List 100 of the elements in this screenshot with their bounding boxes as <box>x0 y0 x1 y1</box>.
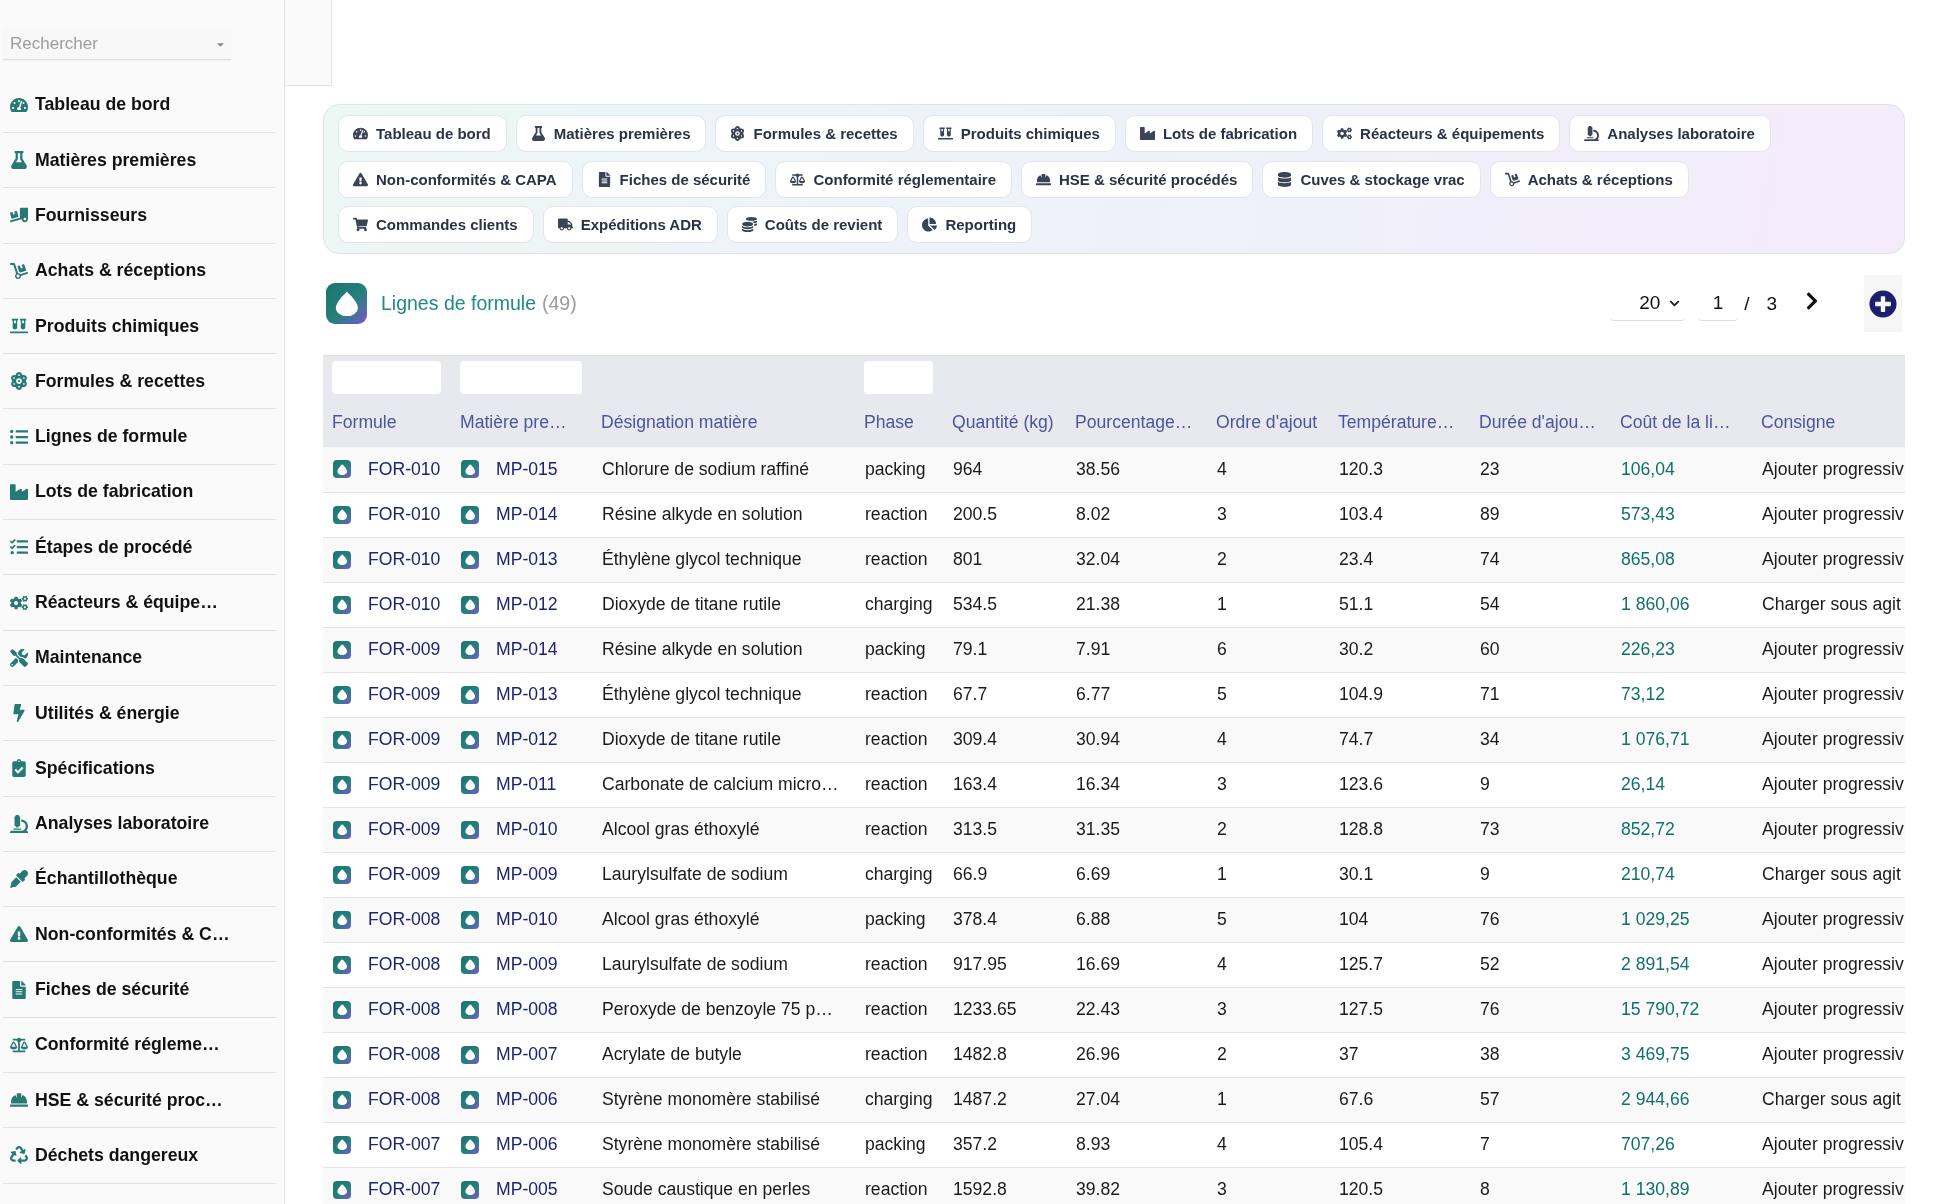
page-size-select[interactable]: 20 <box>1610 286 1686 321</box>
reference-link[interactable]: MP-012 <box>496 594 558 615</box>
table-cell: 378.4 <box>943 897 1066 942</box>
sidebar-item[interactable]: Analyses laboratoire <box>3 796 276 852</box>
table-cell: 1487.2 <box>943 1077 1066 1122</box>
reference-link[interactable]: FOR-007 <box>368 1134 441 1155</box>
quick-link-button[interactable]: Commandes clients <box>338 206 534 243</box>
reference-link[interactable]: MP-013 <box>496 684 558 705</box>
sidebar-item[interactable]: HSE & sécurité proc… <box>3 1073 276 1129</box>
sidebar-item[interactable]: Achats & réceptions <box>3 243 276 299</box>
search-field[interactable]: Rechercher <box>3 28 231 60</box>
table-cell: Ajouter progressiv <box>1752 672 1905 717</box>
table-cell: reaction <box>855 1032 943 1077</box>
reference-link[interactable]: FOR-010 <box>368 549 441 570</box>
quick-link-button[interactable]: Reporting <box>907 206 1033 243</box>
sidebar-item[interactable]: Lots de fabrication <box>3 464 276 521</box>
sidebar-item[interactable]: Fournisseurs <box>3 188 276 244</box>
quick-link-button[interactable]: Lots de fabrication <box>1124 115 1314 152</box>
reference-link[interactable]: FOR-008 <box>368 999 441 1020</box>
sidebar-item[interactable]: Déchets dangereux <box>3 1128 276 1184</box>
quick-link-button[interactable]: Tableau de bord <box>338 115 507 152</box>
table-cell: 22.43 <box>1066 987 1207 1032</box>
reference-link[interactable]: MP-009 <box>496 864 558 885</box>
reference-link[interactable]: MP-007 <box>496 1044 558 1065</box>
sidebar-item[interactable]: Lignes de formule <box>3 409 276 465</box>
quick-link-button[interactable]: Expéditions ADR <box>542 206 718 243</box>
sidebar-item[interactable]: Échantillothèque <box>3 851 276 908</box>
sidebar-item[interactable]: Étapes de procédé <box>3 520 276 576</box>
quick-link-button[interactable]: Coûts de revient <box>726 206 899 243</box>
quick-link-button[interactable]: Analyses laboratoire <box>1569 115 1771 152</box>
reference-link[interactable]: FOR-008 <box>368 909 441 930</box>
reference-link[interactable]: MP-006 <box>496 1089 558 1110</box>
table-cell: Ajouter progressiv <box>1752 807 1905 852</box>
table-cell: 106,04 <box>1611 447 1752 492</box>
reference-link[interactable]: MP-009 <box>496 954 558 975</box>
table-cell: 60 <box>1470 627 1611 672</box>
reference-link[interactable]: FOR-009 <box>368 684 441 705</box>
reference-link[interactable]: MP-005 <box>496 1179 558 1200</box>
sidebar-item[interactable]: Non-conformités & C… <box>3 907 276 963</box>
reference-link[interactable]: FOR-009 <box>368 864 441 885</box>
quick-link-button[interactable]: Conformité réglementaire <box>775 160 1012 198</box>
microscope-icon <box>10 814 28 833</box>
reference-link[interactable]: MP-013 <box>496 549 558 570</box>
table-cell: 57 <box>1470 1077 1611 1122</box>
sidebar-item[interactable]: Réacteurs & équipe… <box>3 575 276 631</box>
sidebar-item[interactable]: Spécifications <box>3 741 276 797</box>
reference-link[interactable]: FOR-009 <box>368 639 441 660</box>
sidebar-item[interactable]: Fiches de sécurité <box>3 962 276 1018</box>
droplet-icon <box>461 640 479 659</box>
reference-link[interactable]: FOR-009 <box>368 729 441 750</box>
sidebar-item[interactable]: Formules & recettes <box>3 354 276 410</box>
quick-link-button[interactable]: Fiches de sécurité <box>581 160 767 198</box>
quick-link-button[interactable]: Non-conformités & CAPA <box>338 160 573 198</box>
reference-link[interactable]: FOR-009 <box>368 774 441 795</box>
quick-link-button[interactable]: Matières premières <box>515 115 707 152</box>
reference-link[interactable]: MP-008 <box>496 999 558 1020</box>
quick-link-button[interactable]: HSE & sécurité procédés <box>1021 160 1254 198</box>
reference-link[interactable]: FOR-007 <box>368 1179 441 1200</box>
reference-link[interactable]: MP-006 <box>496 1134 558 1155</box>
reference-link[interactable]: FOR-010 <box>368 504 441 525</box>
reference-link[interactable]: FOR-008 <box>368 1089 441 1110</box>
reference-link[interactable]: FOR-008 <box>368 1044 441 1065</box>
reference-link[interactable]: MP-012 <box>496 729 558 750</box>
table-cell: Ajouter progressiv <box>1752 627 1905 672</box>
reference-link[interactable]: MP-014 <box>496 639 558 660</box>
table-cell: 103.4 <box>1329 492 1470 537</box>
table-cell: 127.5 <box>1329 987 1470 1032</box>
sidebar-item[interactable]: Produits chimiques <box>3 298 276 355</box>
reference-link[interactable]: MP-010 <box>496 909 558 930</box>
reference-link[interactable]: FOR-010 <box>368 594 441 615</box>
reference-link[interactable]: MP-011 <box>496 774 557 795</box>
sidebar-item[interactable]: Maintenance <box>3 630 276 686</box>
quick-link-button[interactable]: Achats & réceptions <box>1489 160 1689 198</box>
page-input[interactable]: 1 <box>1698 286 1739 321</box>
reference-link[interactable]: FOR-010 <box>368 458 441 480</box>
add-button[interactable] <box>1864 275 1902 332</box>
reference-link[interactable]: MP-015 <box>496 458 558 480</box>
page-separator: / <box>1744 292 1750 315</box>
sidebar-item[interactable]: Conformité régleme… <box>3 1017 276 1074</box>
reference-link[interactable]: FOR-009 <box>368 819 441 840</box>
reference-link[interactable]: MP-014 <box>496 504 558 525</box>
sidebar-item[interactable]: Tableau de bord <box>3 77 276 133</box>
quick-link-button[interactable]: Cuves & stockage vrac <box>1262 160 1481 198</box>
reference-link[interactable]: MP-010 <box>496 819 558 840</box>
quick-link-button[interactable]: Réacteurs & équipements <box>1322 115 1561 152</box>
droplet-icon <box>326 283 367 324</box>
loading-truck-icon <box>10 206 28 225</box>
sidebar-item[interactable]: Utilités & énergie <box>3 685 276 742</box>
sidebar-item[interactable]: Matières premières <box>3 133 276 189</box>
table-cell: 313.5 <box>943 807 1066 852</box>
droplet-icon <box>333 1090 351 1109</box>
quick-link-button[interactable]: Produits chimiques <box>922 115 1116 152</box>
droplet-icon <box>461 595 479 614</box>
table-cell: 8.93 <box>1066 1122 1207 1167</box>
list-title: Lignes de formule <box>381 292 536 315</box>
quick-link-button[interactable]: Formules & recettes <box>715 115 914 152</box>
reference-link[interactable]: FOR-008 <box>368 954 441 975</box>
atom-icon <box>10 372 28 391</box>
table-cell: 104.9 <box>1329 672 1470 717</box>
table-cell: reaction <box>855 492 943 537</box>
